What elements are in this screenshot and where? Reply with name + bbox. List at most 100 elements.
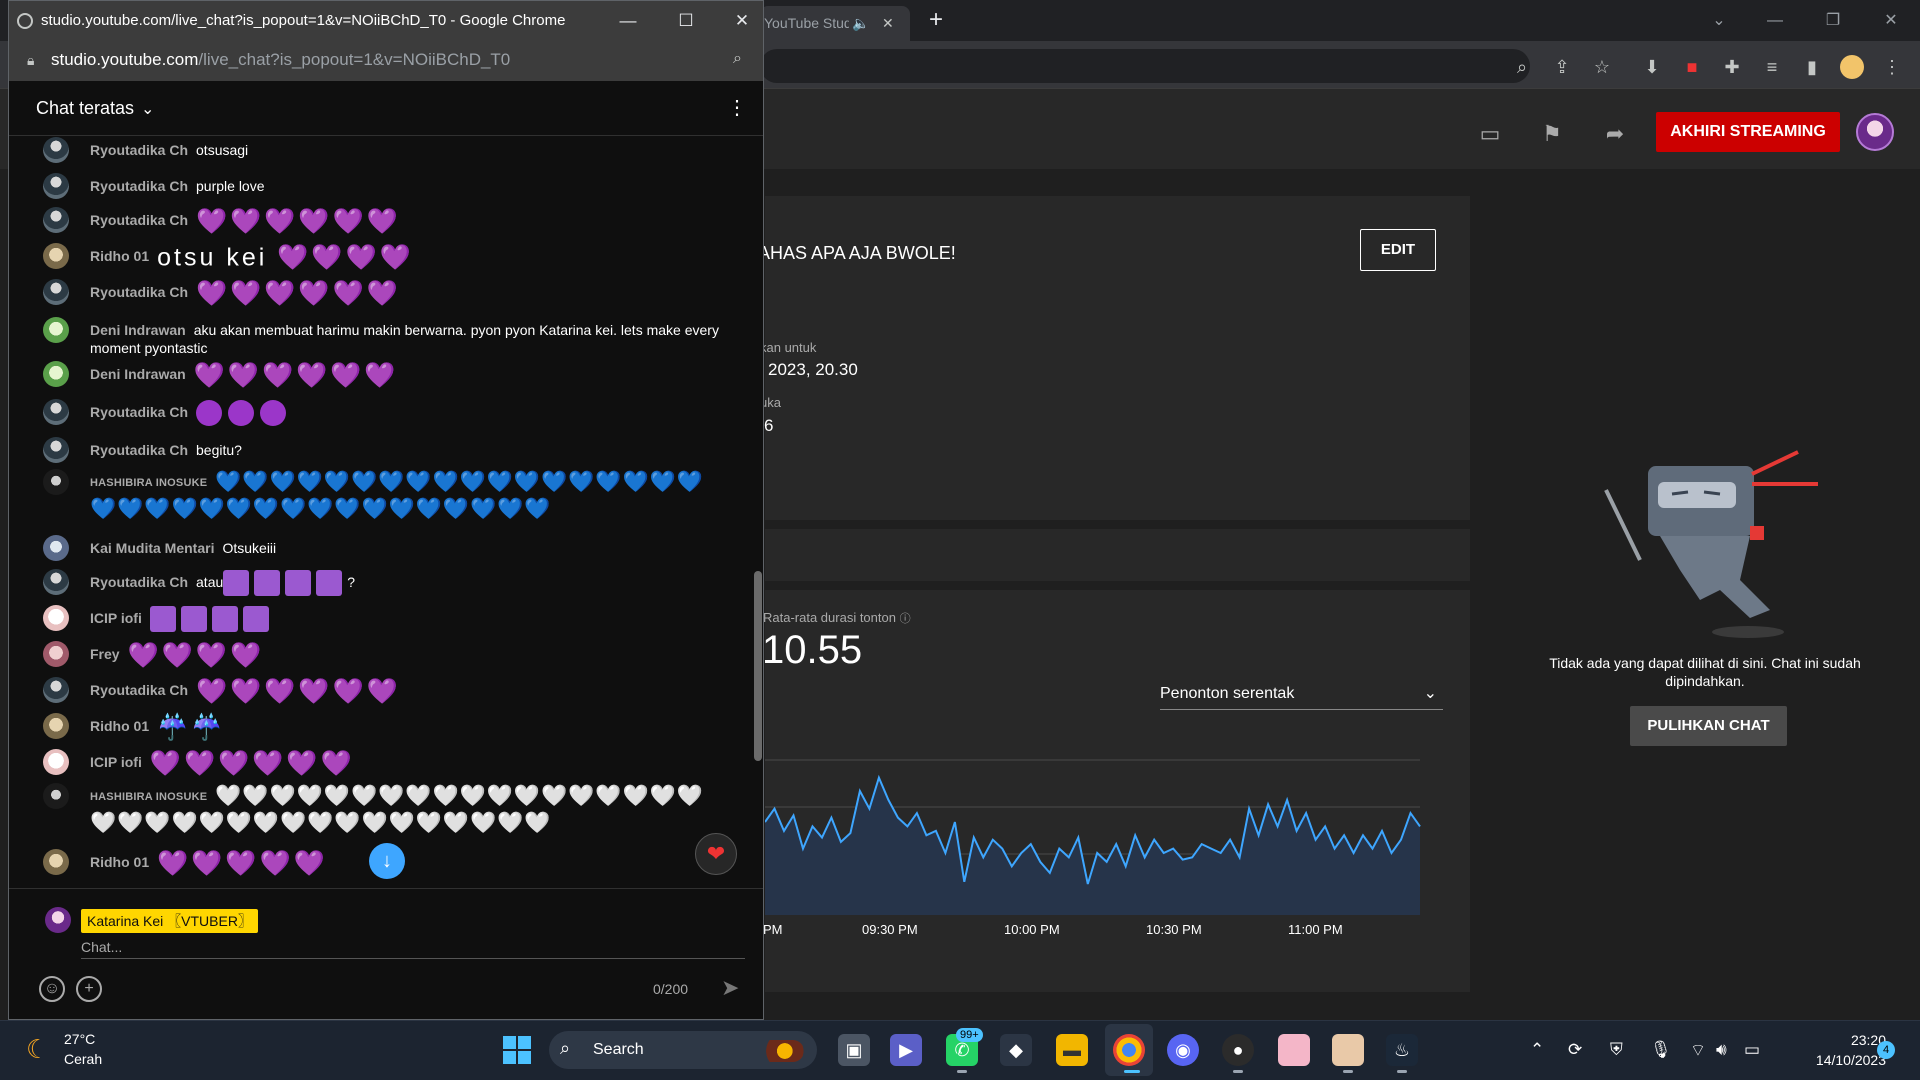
media-control-icon[interactable]: ≡ bbox=[1760, 55, 1784, 79]
volume-icon[interactable]: 🔊︎ bbox=[1716, 1040, 1727, 1060]
chat-scrollbar[interactable] bbox=[754, 571, 762, 761]
end-stream-button[interactable]: AKHIRI STREAMING bbox=[1656, 112, 1840, 152]
author-avatar[interactable] bbox=[43, 713, 69, 739]
author-name[interactable]: Ridho 01 bbox=[90, 248, 149, 264]
author-avatar[interactable] bbox=[43, 437, 69, 463]
minimize-icon[interactable]: — bbox=[1752, 6, 1798, 36]
task-view-icon[interactable]: ▣ bbox=[838, 1034, 870, 1066]
speaker-icon[interactable]: 🔈 bbox=[852, 6, 869, 41]
bookmark-star-icon[interactable]: ☆ bbox=[1590, 55, 1614, 79]
tray-overflow-chevron-icon[interactable]: ⌃ bbox=[1530, 1040, 1544, 1060]
add-icon[interactable]: + bbox=[76, 976, 102, 1002]
chat-input[interactable] bbox=[81, 937, 745, 957]
clapperboard-icon[interactable]: ▭ bbox=[1476, 120, 1504, 148]
popup-close-icon[interactable]: ✕ bbox=[719, 6, 765, 36]
close-icon[interactable]: ✕ bbox=[1868, 6, 1914, 36]
background-omnibox[interactable] bbox=[760, 49, 1530, 83]
restore-icon[interactable]: ❐ bbox=[1810, 6, 1856, 36]
more-options-icon[interactable]: ⋮ bbox=[727, 95, 747, 120]
profile-avatar-icon[interactable] bbox=[1840, 55, 1864, 79]
author-name[interactable]: Kai Mudita Mentari bbox=[90, 540, 214, 556]
author-avatar[interactable] bbox=[43, 361, 69, 387]
clock-date[interactable]: 14/10/2023 bbox=[1788, 1052, 1886, 1068]
author-avatar[interactable] bbox=[43, 849, 69, 875]
metric-dropdown[interactable]: Penonton serentak ⌄ bbox=[1160, 680, 1443, 710]
chevron-down-icon[interactable]: ⌄ bbox=[141, 99, 154, 119]
author-avatar[interactable] bbox=[43, 569, 69, 595]
author-name[interactable]: HASHIBIRA INOSUKE bbox=[90, 791, 207, 803]
author-name[interactable]: Ryoutadika Ch bbox=[90, 212, 188, 228]
start-button[interactable] bbox=[503, 1036, 531, 1064]
channel-avatar[interactable] bbox=[1856, 113, 1894, 151]
emoji-picker-icon[interactable]: ☺ bbox=[39, 976, 65, 1002]
author-avatar[interactable] bbox=[43, 399, 69, 425]
chat-mode-selector[interactable]: Chat teratas bbox=[36, 98, 134, 119]
author-name[interactable]: Ryoutadika Ch bbox=[90, 142, 188, 158]
popup-minimize-icon[interactable]: — bbox=[605, 6, 651, 36]
tab-youtube-studio[interactable]: YouTube Studio 🔈 ✕ bbox=[760, 6, 910, 41]
lock-icon[interactable]: 🔒︎ bbox=[27, 52, 34, 69]
weather-temperature[interactable]: 27°C bbox=[64, 1031, 95, 1047]
steam-icon[interactable]: ♨ bbox=[1386, 1034, 1418, 1066]
author-avatar[interactable] bbox=[43, 137, 69, 163]
author-name[interactable]: Ryoutadika Ch bbox=[90, 682, 188, 698]
extensions-puzzle-icon[interactable]: ✚ bbox=[1720, 55, 1744, 79]
author-avatar[interactable] bbox=[43, 469, 69, 495]
security-shield-icon[interactable]: ⛨ bbox=[1610, 1040, 1623, 1060]
author-name[interactable]: Deni Indrawan bbox=[90, 322, 186, 338]
author-avatar[interactable] bbox=[43, 173, 69, 199]
author-avatar[interactable] bbox=[43, 783, 69, 809]
author-avatar[interactable] bbox=[43, 207, 69, 233]
author-name[interactable]: Ryoutadika Ch bbox=[90, 284, 188, 300]
extension-red-icon[interactable]: ■ bbox=[1680, 55, 1704, 79]
author-name[interactable]: Deni Indrawan bbox=[90, 366, 186, 382]
popup-maximize-icon[interactable]: ☐ bbox=[663, 6, 709, 36]
author-avatar[interactable] bbox=[43, 749, 69, 775]
side-panel-icon[interactable]: ▮ bbox=[1800, 55, 1824, 79]
moon-weather-icon[interactable]: ☾ bbox=[26, 1034, 49, 1065]
notification-badge[interactable]: 4 bbox=[1877, 1041, 1895, 1059]
bookmark-icon[interactable]: ⚑ bbox=[1538, 120, 1566, 148]
author-name[interactable]: Ryoutadika Ch bbox=[90, 178, 188, 194]
author-avatar[interactable] bbox=[43, 535, 69, 561]
author-name[interactable]: ICIP iofi bbox=[90, 754, 142, 770]
share-arrow-icon[interactable]: ➦ bbox=[1601, 120, 1629, 148]
tab-search-icon[interactable]: ⌄ bbox=[1696, 6, 1742, 36]
obs-icon[interactable]: ● bbox=[1222, 1034, 1254, 1066]
browser-menu-icon[interactable]: ⋮ bbox=[1880, 55, 1904, 79]
new-tab-button[interactable]: + bbox=[922, 6, 950, 34]
wifi-icon[interactable]: ⌔ bbox=[1690, 1040, 1706, 1061]
heart-reaction-button[interactable]: ❤ bbox=[695, 833, 737, 875]
app-pink-icon[interactable] bbox=[1278, 1034, 1310, 1066]
discord-icon[interactable]: ◉ bbox=[1167, 1034, 1199, 1066]
send-icon[interactable]: ➤ bbox=[721, 975, 739, 1001]
restore-chat-button[interactable]: PULIHKAN CHAT bbox=[1630, 706, 1787, 746]
author-avatar[interactable] bbox=[43, 317, 69, 343]
author-name[interactable]: ICIP iofi bbox=[90, 610, 142, 626]
share-icon[interactable]: ⇪ bbox=[1550, 55, 1574, 79]
teams-icon[interactable]: ▶ bbox=[890, 1034, 922, 1066]
author-avatar[interactable] bbox=[43, 605, 69, 631]
author-avatar[interactable] bbox=[43, 677, 69, 703]
author-name[interactable]: Ridho 01 bbox=[90, 718, 149, 734]
author-avatar[interactable] bbox=[43, 279, 69, 305]
author-name[interactable]: Ryoutadika Ch bbox=[90, 574, 188, 590]
chrome-icon[interactable] bbox=[1113, 1034, 1145, 1066]
weather-condition[interactable]: Cerah bbox=[64, 1051, 102, 1067]
zoom-icon[interactable]: ⌕ bbox=[733, 50, 742, 68]
author-name[interactable]: Ryoutadika Ch bbox=[90, 442, 188, 458]
author-name[interactable]: Ridho 01 bbox=[90, 854, 149, 870]
file-explorer-icon[interactable]: ▬ bbox=[1056, 1034, 1088, 1066]
unity-icon[interactable]: ◆ bbox=[1000, 1034, 1032, 1066]
chat-message-list[interactable]: Ryoutadika Ch otsusagi Ryoutadika Ch purpl… bbox=[9, 137, 745, 885]
author-avatar[interactable] bbox=[43, 641, 69, 667]
author-name[interactable]: Frey bbox=[90, 646, 120, 662]
tab-close-icon[interactable]: ✕ bbox=[882, 6, 894, 41]
scroll-to-bottom-button[interactable]: ↓ bbox=[369, 843, 405, 879]
battery-icon[interactable]: ▭ bbox=[1744, 1040, 1760, 1060]
help-icon[interactable]: ⓘ bbox=[900, 613, 911, 625]
author-avatar[interactable] bbox=[43, 243, 69, 269]
edit-button[interactable]: EDIT bbox=[1360, 229, 1436, 271]
zoom-icon[interactable]: ⌕ bbox=[1510, 55, 1534, 79]
author-name[interactable]: Ryoutadika Ch bbox=[90, 404, 188, 420]
